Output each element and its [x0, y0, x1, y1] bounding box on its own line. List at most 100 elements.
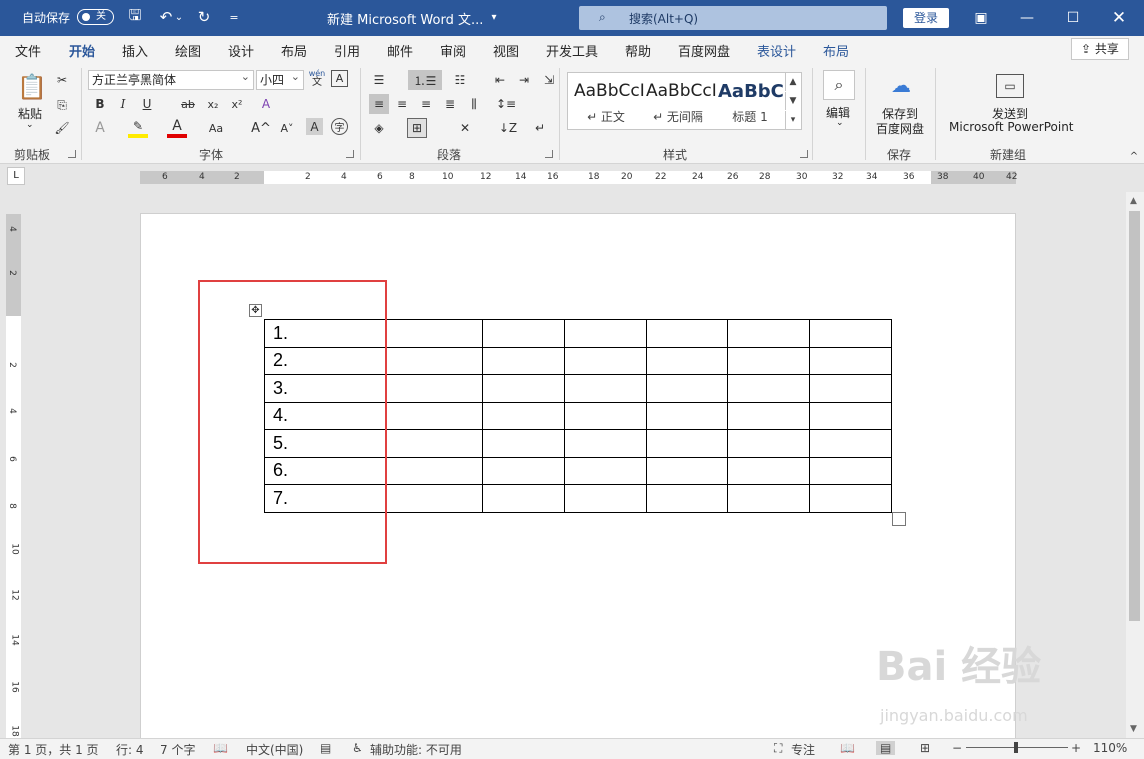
- table-cell[interactable]: [645, 401, 729, 430]
- table-cell[interactable]: [809, 374, 892, 403]
- tab-table-layout[interactable]: 布局: [823, 41, 849, 60]
- superscript-icon[interactable]: x²: [227, 94, 247, 114]
- tab-insert[interactable]: 插入: [122, 41, 148, 60]
- send-to-ppt-line2[interactable]: Microsoft PowerPoint: [949, 120, 1074, 134]
- table-cell[interactable]: [645, 429, 729, 458]
- table-cell[interactable]: [563, 484, 647, 513]
- tab-selector-icon[interactable]: L: [7, 167, 25, 185]
- bold-icon[interactable]: B: [90, 94, 110, 114]
- tab-table-design[interactable]: 表设计: [757, 41, 796, 60]
- text-effects-icon[interactable]: A: [90, 118, 110, 138]
- styles-scroll-down-icon[interactable]: ▼: [785, 92, 800, 110]
- bullets-icon[interactable]: ☰: [369, 70, 389, 90]
- table-cell[interactable]: [809, 401, 892, 430]
- multilevel-list-icon[interactable]: ☷: [450, 70, 470, 90]
- maximize-icon[interactable]: ☐: [1050, 0, 1096, 36]
- paste-icon[interactable]: 📋: [17, 72, 47, 102]
- minimize-icon[interactable]: —: [1004, 0, 1050, 36]
- styles-scroll-up-icon[interactable]: ▲: [785, 73, 800, 91]
- tab-mailings[interactable]: 邮件: [387, 41, 413, 60]
- tab-help[interactable]: 帮助: [625, 41, 651, 60]
- zoom-slider-thumb[interactable]: [1014, 742, 1018, 753]
- character-border-icon[interactable]: A: [331, 70, 348, 87]
- copy-icon[interactable]: ⎘: [52, 95, 72, 115]
- style-heading-1[interactable]: AaBbC 标题 1: [714, 73, 784, 129]
- paste-dropdown-icon[interactable]: ⌄: [26, 120, 34, 130]
- close-icon[interactable]: ✕: [1096, 0, 1142, 36]
- borders-icon[interactable]: ⊞: [407, 118, 427, 138]
- share-button[interactable]: ⇪ 共享: [1071, 38, 1129, 60]
- collapse-ribbon-icon[interactable]: ^: [1124, 146, 1144, 166]
- distributed-icon[interactable]: ⫼: [464, 94, 484, 114]
- cut-icon[interactable]: ✂: [52, 70, 72, 90]
- send-to-powerpoint-icon[interactable]: ▭: [996, 74, 1024, 98]
- clear-formatting-icon[interactable]: A: [256, 94, 276, 114]
- table-cell[interactable]: [645, 484, 729, 513]
- search-box[interactable]: ⌕ 搜索(Alt+Q): [579, 6, 887, 30]
- table-cell[interactable]: [482, 484, 565, 513]
- print-layout-icon[interactable]: ▤: [876, 741, 896, 755]
- save-to-netdisk-line2[interactable]: 百度网盘: [876, 120, 924, 137]
- table-cell[interactable]: [809, 456, 892, 485]
- table-cell[interactable]: [809, 319, 892, 348]
- tab-review[interactable]: 审阅: [440, 41, 466, 60]
- tab-draw[interactable]: 绘图: [175, 41, 201, 60]
- scroll-up-icon[interactable]: ▲: [1130, 196, 1137, 206]
- macro-icon[interactable]: ▤: [320, 741, 331, 755]
- table-cell[interactable]: [727, 401, 811, 430]
- tab-baidu-netdisk[interactable]: 百度网盘: [678, 41, 730, 60]
- table-cell[interactable]: [809, 429, 892, 458]
- find-icon[interactable]: ⌕: [823, 70, 855, 100]
- customize-quick-access-icon[interactable]: =: [224, 7, 244, 27]
- undo-dropdown-icon[interactable]: ⌄: [173, 7, 185, 27]
- table-cell[interactable]: [727, 429, 811, 458]
- save-icon[interactable]: 🖫: [125, 6, 145, 27]
- table-cell[interactable]: [482, 319, 565, 348]
- zoom-in-icon[interactable]: +: [1071, 741, 1081, 755]
- zoom-out-icon[interactable]: −: [952, 741, 962, 755]
- strikethrough-icon[interactable]: ab: [178, 94, 198, 114]
- styles-launcher-icon[interactable]: [800, 150, 808, 158]
- chinese-layout-icon[interactable]: ⇲: [539, 70, 559, 90]
- table-cell[interactable]: [563, 456, 647, 485]
- ribbon-display-icon[interactable]: ▣: [958, 0, 1004, 36]
- table-cell[interactable]: [563, 374, 647, 403]
- accessibility-status[interactable]: 辅助功能: 不可用: [370, 741, 462, 758]
- align-left-icon[interactable]: ≡: [369, 94, 389, 114]
- justify-icon[interactable]: ≣: [440, 94, 460, 114]
- numbering-icon[interactable]: ⒈☰: [408, 70, 442, 90]
- table-cell[interactable]: [727, 484, 811, 513]
- focus-icon[interactable]: ⛶: [774, 741, 782, 756]
- font-color-icon[interactable]: A: [167, 118, 187, 138]
- page-count[interactable]: 第 1 页，共 1 页: [8, 741, 99, 758]
- vertical-scrollbar[interactable]: ▲ ▼: [1126, 192, 1144, 738]
- table-cell[interactable]: [645, 346, 729, 375]
- title-dropdown-icon[interactable]: ▾: [484, 7, 504, 27]
- language[interactable]: 中文(中国): [246, 741, 303, 758]
- shrink-font-icon[interactable]: A˅: [277, 118, 297, 138]
- table-cell[interactable]: [645, 456, 729, 485]
- table-cell[interactable]: [482, 429, 565, 458]
- read-mode-icon[interactable]: 📖: [840, 741, 855, 755]
- table-cell[interactable]: [563, 346, 647, 375]
- align-center-icon[interactable]: ≡: [392, 94, 412, 114]
- table-cell[interactable]: [482, 374, 565, 403]
- table-cell[interactable]: [482, 456, 565, 485]
- vertical-ruler[interactable]: 4 2 2 4 6 8 10 12 14 16 18: [6, 214, 21, 738]
- phonetic-guide-icon[interactable]: wén 文: [307, 68, 327, 88]
- table-cell[interactable]: [809, 484, 892, 513]
- style-no-spacing[interactable]: AaBbCcI ↵ 无间隔: [642, 73, 717, 129]
- login-button[interactable]: 登录: [903, 8, 949, 28]
- shading-icon[interactable]: ◈: [369, 118, 389, 138]
- accessibility-icon[interactable]: ♿: [352, 741, 363, 755]
- tab-view[interactable]: 视图: [493, 41, 519, 60]
- table-cell[interactable]: [727, 319, 811, 348]
- tab-design[interactable]: 设计: [228, 41, 254, 60]
- line-spacing-icon[interactable]: ↕≡: [496, 94, 516, 114]
- focus-mode[interactable]: 专注: [791, 741, 815, 758]
- redo-icon[interactable]: ↻: [194, 7, 214, 27]
- table-cell[interactable]: [482, 401, 565, 430]
- table-cell[interactable]: [809, 346, 892, 375]
- proofing-icon[interactable]: 📖: [213, 741, 228, 755]
- increase-indent-icon[interactable]: ⇥: [514, 70, 534, 90]
